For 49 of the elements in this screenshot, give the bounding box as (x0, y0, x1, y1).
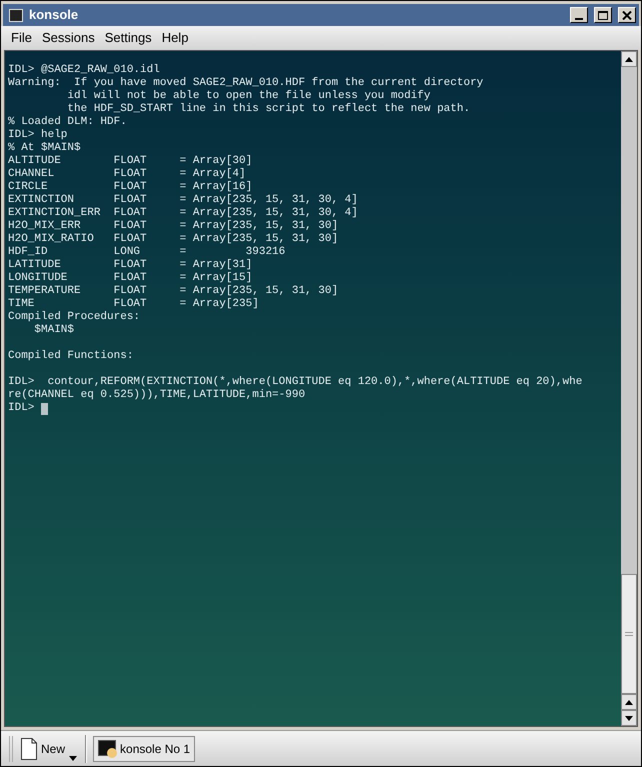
terminal-line: IDL> contour,REFORM(EXTINCTION(*,where(LONGITUDE eq 120.0),*,where(ALTITUDE eq 20),whe (8, 376, 584, 389)
scrollbar-thumb[interactable] (621, 574, 637, 694)
menu-item[interactable]: Sessions (38, 28, 99, 48)
menu-item[interactable]: Settings (100, 28, 156, 48)
minimize-button[interactable] (570, 7, 588, 23)
terminal-line: TIME FLOAT = Array[235] (8, 298, 260, 311)
terminal-area[interactable] (5, 51, 621, 726)
terminal-line: idl will not be able to open the file unless you modify (66, 90, 432, 103)
terminal-line: LATITUDE FLOAT = Array[31] (8, 259, 254, 272)
terminal-line: ALTITUDE FLOAT = Array[30] (8, 155, 254, 168)
terminal-line: re(CHANNEL eq 0.525))),TIME,LATITUDE,min=-990 (8, 389, 306, 402)
terminal-line: TEMPERATURE FLOAT = Array[235, 15, 31, 30] (8, 285, 340, 298)
arrow-up-icon (625, 700, 633, 704)
terminal-line: % At $MAIN$ (8, 142, 82, 155)
terminal-line: Compiled Functions: (8, 350, 134, 363)
terminal-line: H2O_MIX_ERR FLOAT = Array[235, 15, 31, 30] (8, 220, 340, 233)
document-icon (21, 738, 37, 760)
terminal-icon (98, 740, 118, 758)
terminal-line: EXTINCTION FLOAT = Array[235, 15, 31, 30, 4] (8, 194, 359, 207)
arrow-down-icon (625, 716, 633, 720)
terminal-line: CHANNEL FLOAT = Array[4] (8, 168, 247, 181)
scroll-up-button[interactable] (621, 694, 637, 710)
terminal-line: Warning: If you have moved SAGE2_RAW_010.HDF from the current directory (8, 77, 484, 90)
arrow-up-icon (625, 56, 633, 62)
terminal-line: the HDF_SD_START line in this script to reflect the new path. (66, 103, 472, 116)
terminal-line: IDL> @SAGE2_RAW_010.idl (8, 64, 161, 77)
terminal-line: Compiled Procedures: (8, 311, 142, 324)
close-icon (622, 10, 632, 20)
terminal-icon (9, 8, 23, 22)
terminal-line: LONGITUDE FLOAT = Array[15] (8, 272, 254, 285)
scroll-up-button[interactable] (621, 51, 637, 67)
terminal-line: H2O_MIX_RATIO FLOAT = Array[235, 15, 31, 30] (8, 233, 340, 246)
maximize-button[interactable] (594, 7, 612, 23)
scroll-down-button[interactable] (621, 710, 637, 726)
terminal-line: EXTINCTION_ERR FLOAT = Array[235, 15, 31, 30, 4] (8, 207, 359, 220)
terminal-line: IDL> help (8, 129, 68, 142)
terminal-line: CIRCLE FLOAT = Array[16] (8, 181, 254, 194)
terminal-line: % Loaded DLM: HDF. (8, 116, 128, 129)
menu-item[interactable]: Help (158, 28, 192, 48)
terminal-line: $MAIN$ (33, 324, 76, 337)
taskbar-button[interactable]: konsole No 1 (93, 736, 196, 762)
terminal-line: HDF_ID LONG = 393216 (8, 246, 286, 259)
new-session-button[interactable]: New (19, 734, 80, 762)
scrollbar[interactable] (621, 51, 637, 726)
caret-icon (69, 756, 78, 760)
close-button[interactable] (618, 7, 636, 23)
menu-item[interactable]: File (7, 28, 36, 48)
window-title: konsole (29, 6, 78, 24)
terminal-line: IDL> (8, 402, 36, 415)
